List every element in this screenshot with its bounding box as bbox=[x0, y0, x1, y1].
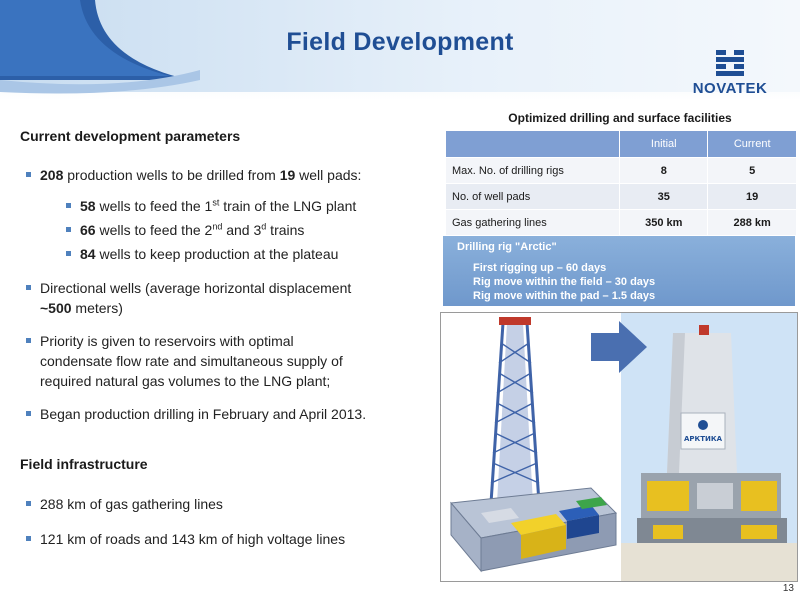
bullet-production-wells: 208 production wells to be drilled from … bbox=[26, 165, 361, 185]
bullet-marker bbox=[26, 285, 31, 290]
rig-title: Drilling rig "Arctic" bbox=[457, 241, 557, 253]
bullet-gas-gathering-lines: 288 km of gas gathering lines bbox=[26, 494, 223, 514]
table-header-empty bbox=[444, 130, 621, 158]
bullet-priority-reservoirs: Priority is given to reservoirs with opt… bbox=[26, 331, 430, 391]
table-title: Optimized drilling and surface facilitie… bbox=[508, 111, 732, 125]
row-current: 288 km bbox=[707, 209, 797, 236]
bullet-directional-wells: Directional wells (average horizontal di… bbox=[26, 278, 430, 318]
table-row: Max. No. of drilling rigs 8 5 bbox=[444, 157, 797, 184]
drilling-rig-illustration: АРКТИКА bbox=[441, 313, 797, 581]
table-header-current: Current bbox=[707, 130, 797, 158]
bullet-production-drilling: Began production drilling in February an… bbox=[26, 404, 435, 424]
bullet-marker bbox=[66, 203, 71, 208]
drilling-rig-info-box: Drilling rig "Arctic" First rigging up –… bbox=[443, 236, 795, 306]
row-current: 19 bbox=[707, 183, 797, 210]
logo-text: NOVATEK bbox=[692, 80, 768, 97]
row-initial: 35 bbox=[619, 183, 709, 210]
rig-line-move-field: Rig move within the field – 30 days bbox=[473, 276, 656, 288]
table-header-initial: Initial bbox=[619, 130, 709, 158]
bullet-marker bbox=[26, 501, 31, 506]
row-label: No. of well pads bbox=[444, 183, 621, 210]
rig-line-first-rigging: First rigging up – 60 days bbox=[473, 262, 607, 274]
facilities-table: Initial Current Max. No. of drilling rig… bbox=[444, 130, 797, 236]
field-infrastructure-heading: Field infrastructure bbox=[20, 456, 148, 472]
table-row: Gas gathering lines 350 km 288 km bbox=[444, 209, 797, 236]
row-current: 5 bbox=[707, 157, 797, 184]
bullet-marker bbox=[26, 338, 31, 343]
row-initial: 8 bbox=[619, 157, 709, 184]
row-label: Gas gathering lines bbox=[444, 209, 621, 236]
bullet-marker bbox=[66, 251, 71, 256]
subbullet-first-train: 58 wells to feed the 1st train of the LN… bbox=[66, 196, 356, 216]
novatek-logo: NOVATEK bbox=[688, 48, 772, 97]
row-label: Max. No. of drilling rigs bbox=[444, 157, 621, 184]
subbullet-second-third-trains: 66 wells to feed the 2nd and 3d trains bbox=[66, 220, 304, 240]
rig-arctic-photo: АРКТИКА bbox=[621, 313, 797, 581]
bullet-marker bbox=[66, 227, 71, 232]
page-title: Field Development bbox=[286, 28, 514, 56]
current-parameters-heading: Current development parameters bbox=[20, 128, 241, 144]
table-row: No. of well pads 35 19 bbox=[444, 183, 797, 210]
table-header-row: Initial Current bbox=[444, 130, 797, 158]
row-initial: 350 km bbox=[619, 209, 709, 236]
bullet-marker bbox=[26, 536, 31, 541]
page-number: 13 bbox=[782, 583, 794, 594]
bullet-marker bbox=[26, 411, 31, 416]
novatek-logo-icon bbox=[716, 50, 744, 76]
rig-sign-text: АРКТИКА bbox=[684, 435, 723, 443]
rig-line-move-pad: Rig move within the pad – 1.5 days bbox=[473, 290, 656, 302]
subbullet-plateau: 84 wells to keep production at the plate… bbox=[66, 244, 338, 264]
bullet-roads-voltage-lines: 121 km of roads and 143 km of high volta… bbox=[26, 529, 345, 549]
bullet-marker bbox=[26, 172, 31, 177]
drilling-rig-images: АРКТИКА bbox=[440, 312, 798, 582]
